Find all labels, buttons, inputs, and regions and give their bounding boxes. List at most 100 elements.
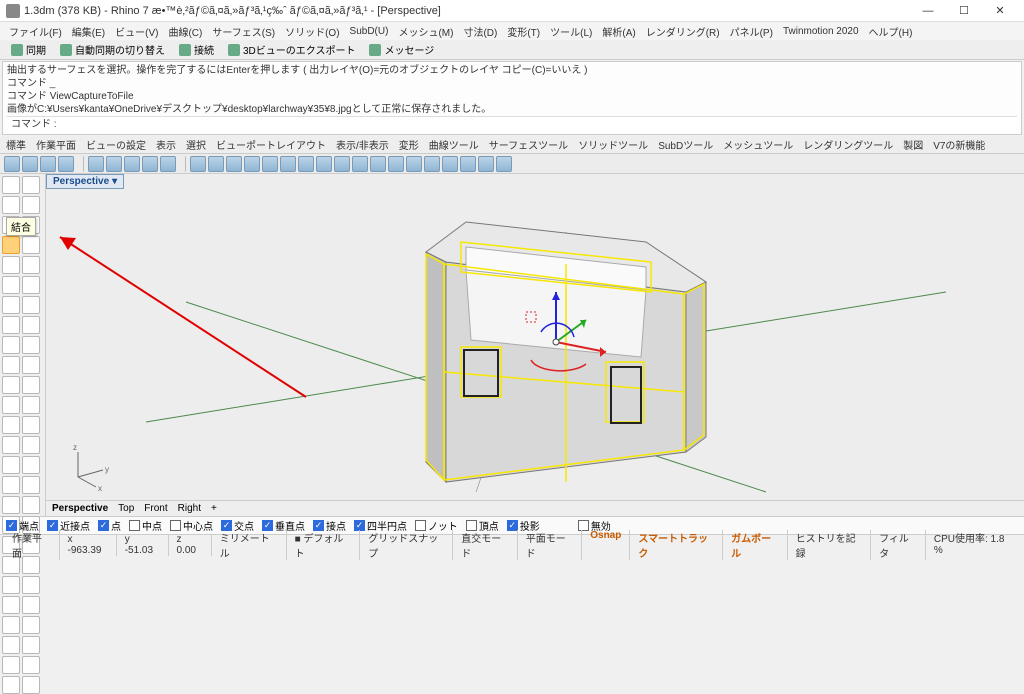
tab-display[interactable]: 表示 — [156, 137, 176, 152]
tool-icon[interactable] — [22, 656, 40, 674]
print-icon[interactable] — [58, 156, 74, 172]
menu-subd[interactable]: SubD(U) — [345, 26, 394, 37]
tool-icon[interactable] — [262, 156, 278, 172]
tab-setview[interactable]: ビューの設定 — [86, 137, 146, 152]
tool-icon[interactable] — [298, 156, 314, 172]
tool-icon[interactable] — [478, 156, 494, 172]
tool-icon[interactable] — [352, 156, 368, 172]
tab-v7new[interactable]: V7の新機能 — [933, 137, 985, 152]
tool-icon[interactable] — [244, 156, 260, 172]
tool-icon[interactable] — [22, 476, 40, 494]
tool-icon[interactable] — [280, 156, 296, 172]
tool-icon[interactable] — [22, 256, 40, 274]
menu-view[interactable]: ビュー(V) — [110, 24, 163, 39]
menu-dimension[interactable]: 寸法(D) — [458, 24, 502, 39]
arc-icon[interactable] — [22, 296, 40, 314]
tab-subdtools[interactable]: SubDツール — [658, 137, 713, 152]
paste-icon[interactable] — [124, 156, 140, 172]
tool-icon[interactable] — [370, 156, 386, 172]
box-icon[interactable] — [22, 356, 40, 374]
tool-icon[interactable] — [190, 156, 206, 172]
menu-twinmotion[interactable]: Twinmotion 2020 — [778, 26, 864, 37]
status-history[interactable]: ヒストリを記録 — [788, 530, 872, 560]
menu-transform[interactable]: 変形(T) — [502, 24, 545, 39]
menu-help[interactable]: ヘルプ(H) — [864, 24, 918, 39]
tool-icon[interactable] — [2, 396, 20, 414]
tool-icon[interactable] — [22, 456, 40, 474]
tool-icon[interactable] — [22, 436, 40, 454]
tool-icon[interactable] — [22, 396, 40, 414]
tool-icon[interactable] — [316, 156, 332, 172]
explode-icon[interactable] — [22, 236, 40, 254]
menu-surface[interactable]: サーフェス(S) — [207, 24, 280, 39]
vtab-add[interactable]: + — [211, 503, 217, 514]
tool-icon[interactable] — [2, 656, 20, 674]
tool-icon[interactable] — [2, 416, 20, 434]
new-icon[interactable] — [4, 156, 20, 172]
line-icon[interactable] — [2, 276, 20, 294]
tool-icon[interactable] — [22, 596, 40, 614]
connect-button[interactable]: 接続 — [173, 40, 220, 59]
join-tool-icon[interactable] — [2, 236, 20, 254]
osnap-mid[interactable]: 中点 — [129, 518, 162, 533]
tool-icon[interactable] — [22, 636, 40, 654]
tab-standard[interactable]: 標準 — [6, 137, 26, 152]
pointer-icon[interactable] — [2, 176, 20, 194]
undo-icon[interactable] — [142, 156, 158, 172]
tab-meshtools[interactable]: メッシュツール — [723, 137, 793, 152]
tab-drafting[interactable]: 製図 — [903, 137, 923, 152]
vtab-top[interactable]: Top — [118, 503, 134, 514]
menu-file[interactable]: ファイル(F) — [4, 24, 67, 39]
tool-icon[interactable] — [22, 576, 40, 594]
redo-icon[interactable] — [160, 156, 176, 172]
tool-icon[interactable] — [2, 496, 20, 514]
tool-icon[interactable] — [208, 156, 224, 172]
status-smart[interactable]: スマートトラック — [630, 530, 723, 560]
status-osnap[interactable]: Osnap — [582, 530, 630, 560]
tool-icon[interactable] — [496, 156, 512, 172]
menu-tools[interactable]: ツール(L) — [545, 24, 597, 39]
tab-rendertools[interactable]: レンダリングツール — [803, 137, 893, 152]
status-plane[interactable]: 作業平面 — [4, 530, 60, 560]
point-icon[interactable] — [2, 256, 20, 274]
sphere-icon[interactable] — [2, 356, 20, 374]
viewport-canvas[interactable]: y x z — [46, 192, 1024, 500]
tool-icon[interactable] — [22, 376, 40, 394]
tool-icon[interactable] — [2, 476, 20, 494]
vtab-front[interactable]: Front — [144, 503, 167, 514]
tool-icon[interactable] — [22, 496, 40, 514]
menu-edit[interactable]: 編集(E) — [67, 24, 110, 39]
tool-icon[interactable] — [2, 616, 20, 634]
viewport-label[interactable]: Perspective▾ — [46, 174, 124, 189]
status-filter[interactable]: フィルタ — [871, 530, 926, 560]
osnap-point[interactable]: ✓点 — [98, 518, 121, 533]
tool-icon[interactable] — [2, 596, 20, 614]
tab-curvetools[interactable]: 曲線ツール — [429, 137, 479, 152]
tool-icon[interactable] — [22, 616, 40, 634]
tool-icon[interactable] — [2, 196, 20, 214]
sync-button[interactable]: 同期 — [5, 40, 52, 59]
tab-visibility[interactable]: 表示/非表示 — [336, 137, 389, 152]
cylinder-icon[interactable] — [2, 376, 20, 394]
status-gumball[interactable]: ガムボール — [723, 530, 788, 560]
status-layer[interactable]: ■ デフォルト — [287, 530, 361, 560]
tool-icon[interactable] — [2, 576, 20, 594]
tool-icon[interactable] — [424, 156, 440, 172]
tool-icon[interactable] — [406, 156, 422, 172]
tool-icon[interactable] — [388, 156, 404, 172]
circle-icon[interactable] — [2, 296, 20, 314]
tab-transform[interactable]: 変形 — [399, 137, 419, 152]
tool-icon[interactable] — [2, 676, 20, 694]
polyline-icon[interactable] — [22, 276, 40, 294]
menu-curve[interactable]: 曲線(C) — [163, 24, 207, 39]
autosync-button[interactable]: 自動同期の切り替え — [54, 40, 171, 59]
vtab-perspective[interactable]: Perspective — [52, 503, 108, 514]
copy-icon[interactable] — [106, 156, 122, 172]
tool-icon[interactable] — [2, 636, 20, 654]
close-button[interactable]: ✕ — [982, 1, 1018, 21]
tab-solidtools[interactable]: ソリッドツール — [578, 137, 648, 152]
tool-icon[interactable] — [460, 156, 476, 172]
status-planar[interactable]: 平面モード — [518, 530, 583, 560]
open-icon[interactable] — [22, 156, 38, 172]
tool-icon[interactable] — [2, 456, 20, 474]
